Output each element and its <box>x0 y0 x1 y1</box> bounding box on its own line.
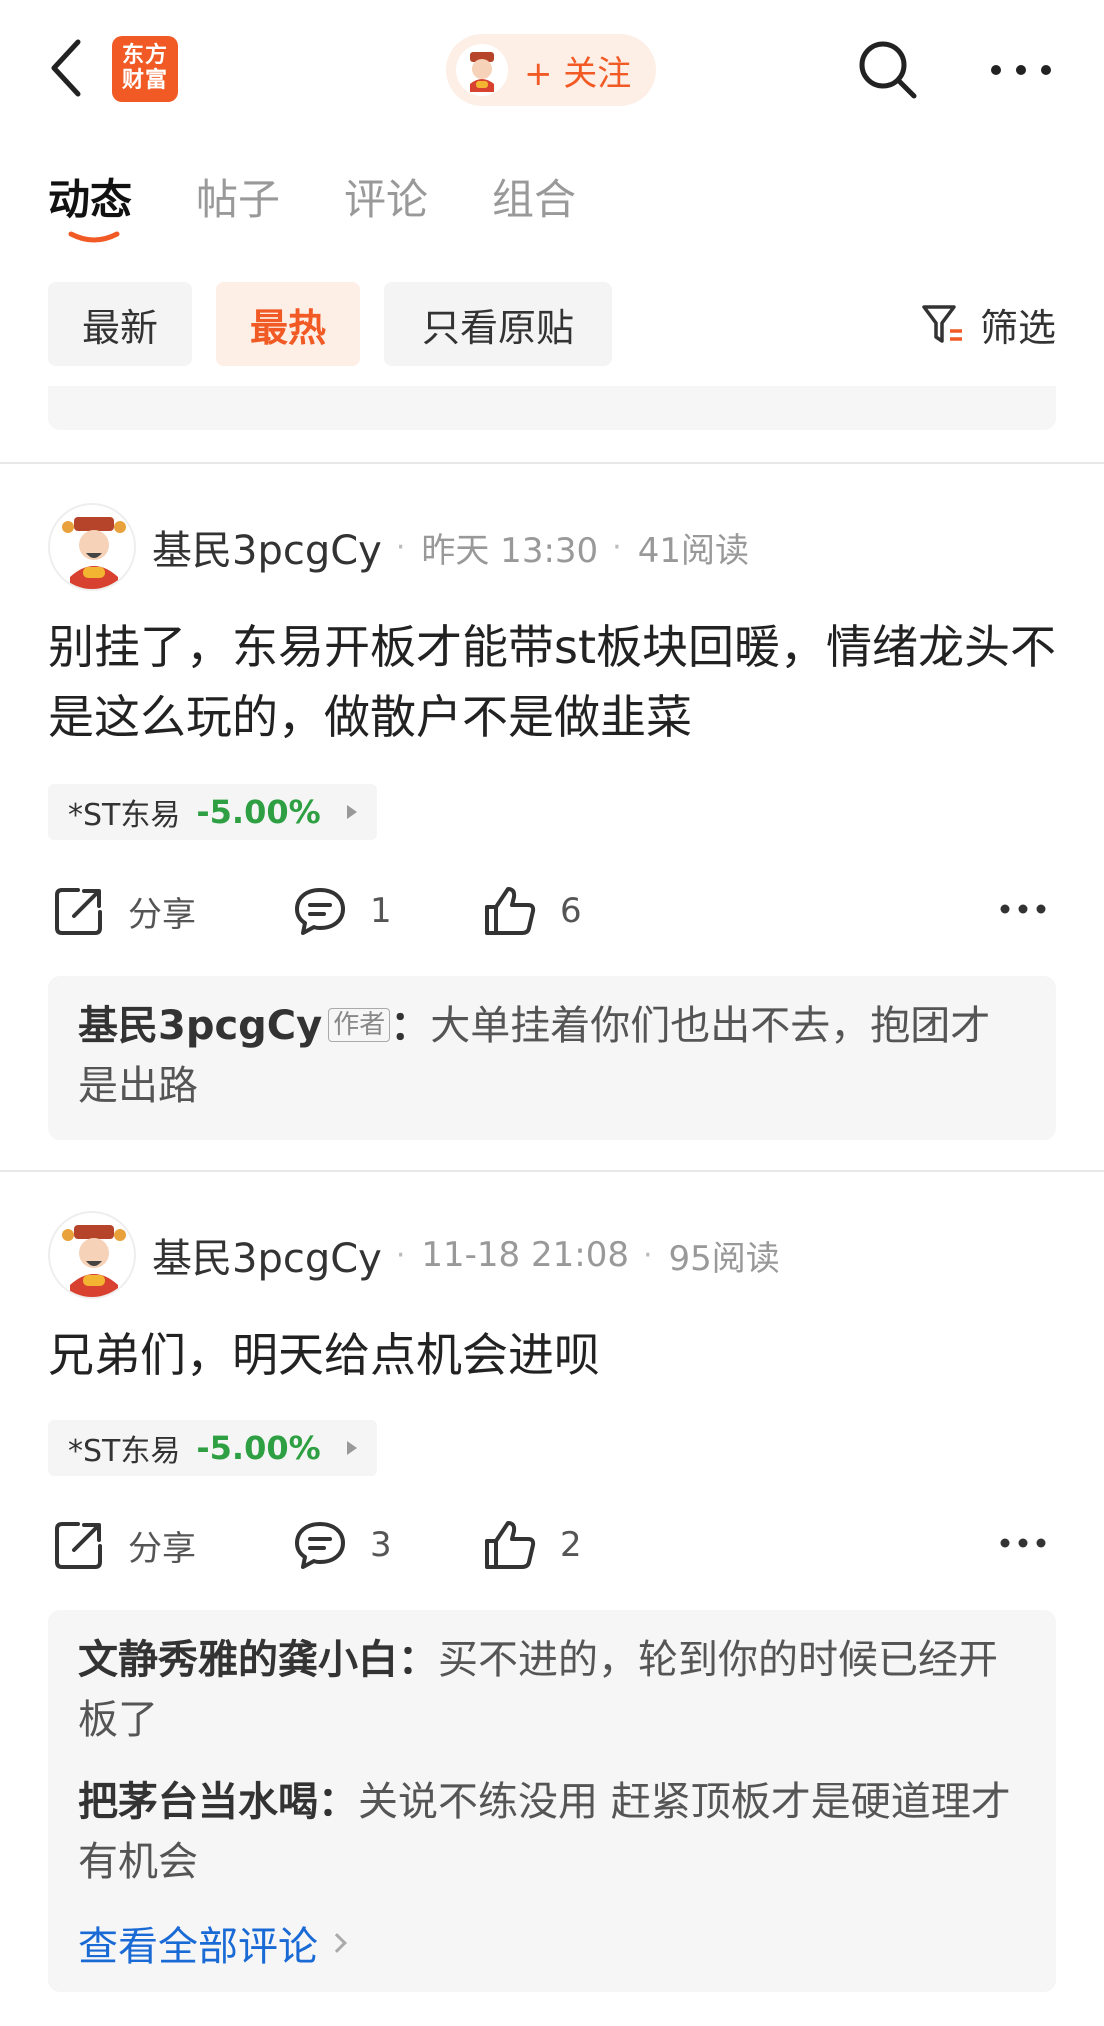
tab-posts[interactable]: 帖子 <box>196 166 280 246</box>
author-badge: 作者 <box>328 1008 391 1042</box>
search-button[interactable] <box>854 36 920 102</box>
follow-avatar-icon <box>456 44 508 96</box>
stock-name: *ST东易 <box>68 798 181 833</box>
like-button[interactable]: 2 <box>482 1510 582 1580</box>
sort-latest-chip[interactable]: 最新 <box>48 282 192 366</box>
share-button[interactable]: 分享 <box>52 1510 196 1580</box>
more-dots-icon <box>991 65 1051 75</box>
filter-funnel-icon <box>922 305 962 343</box>
view-all-comments-link[interactable]: 查看全部评论 <box>78 1914 1026 1972</box>
filter-button[interactable]: 筛选 <box>920 292 1056 356</box>
reply-item: 文静秀雅的龚小白：买不进的，轮到你的时候已经开板了 <box>78 1637 998 1743</box>
comment-bubble-icon <box>295 888 345 935</box>
share-icon <box>55 888 102 935</box>
user-avatar[interactable] <box>48 503 136 591</box>
stock-change: -5.00% <box>196 793 321 831</box>
post-divider <box>0 462 1104 464</box>
chevron-right-icon <box>327 1933 347 1953</box>
share-label: 分享 <box>128 1528 196 1569</box>
tab-dynamic[interactable]: 动态 <box>48 166 132 246</box>
meta-separator: · <box>612 529 622 565</box>
stock-change: -5.00% <box>196 1429 321 1467</box>
more-dots-icon <box>1000 1538 1046 1548</box>
comment-button[interactable]: 1 <box>292 876 392 946</box>
post-content[interactable]: 别挂了，东易开板才能带st板块回暖，情绪龙头不是这么玩的，做散户不是做韭菜 <box>48 612 1058 752</box>
reply-preview[interactable]: 基民3pcgCy 作者 ：大单挂着你们也出不去，抱团才是出路 <box>48 976 1056 1140</box>
action-bar: 分享 1 6 <box>48 876 1056 946</box>
tab-label: 动态 <box>48 175 133 224</box>
post-divider <box>0 1170 1104 1172</box>
post-time: 11-18 21:08 <box>421 1235 629 1275</box>
tab-label: 帖子 <box>196 175 281 224</box>
like-count: 6 <box>560 891 582 931</box>
post-more-button[interactable] <box>998 894 1048 924</box>
read-count: 41阅读 <box>637 530 749 571</box>
tab-active-underline <box>68 231 120 243</box>
page: 东方 财富 + 关注 动态 帖子 评论 组合 最新 最热 只看原贴 筛选 基民3… <box>0 0 1104 2026</box>
post-header: 基民3pcgCy · 昨天 13:30 · 41阅读 <box>48 502 749 592</box>
post-header: 基民3pcgCy · 11-18 21:08 · 95阅读 <box>48 1210 780 1300</box>
post-card: 基民3pcgCy · 11-18 21:08 · 95阅读 兄弟们，明天给点机会… <box>0 1210 1104 2000</box>
sort-hottest-chip[interactable]: 最热 <box>216 282 360 366</box>
tab-portfolio[interactable]: 组合 <box>492 166 576 246</box>
tab-label: 评论 <box>344 175 429 224</box>
stock-tag[interactable]: *ST东易 -5.00% <box>48 784 377 840</box>
thumbs-up-icon <box>485 887 536 935</box>
back-arrow-icon <box>51 39 81 97</box>
previous-post-replies <box>48 386 1056 430</box>
user-avatar[interactable] <box>48 1211 136 1299</box>
like-count: 2 <box>560 1525 582 1565</box>
comment-button[interactable]: 3 <box>292 1510 392 1580</box>
caishen-avatar-icon <box>62 517 126 589</box>
meta-separator: · <box>395 1237 406 1273</box>
stock-name: *ST东易 <box>68 1434 181 1469</box>
more-dots-icon <box>1000 904 1046 914</box>
reply-item: 基民3pcgCy 作者 ：大单挂着你们也出不去，抱团才是出路 <box>78 1003 991 1109</box>
reply-author: 文静秀雅的龚小白 <box>78 1637 398 1683</box>
view-all-label: 查看全部评论 <box>78 1924 318 1970</box>
more-options-button[interactable] <box>986 52 1056 88</box>
filter-label: 筛选 <box>979 305 1056 350</box>
reply-preview[interactable]: 文静秀雅的龚小白：买不进的，轮到你的时候已经开板了 把茅台当水喝：关说不练没用 … <box>48 1610 1056 1992</box>
author-name[interactable]: 基民3pcgCy <box>152 1226 382 1284</box>
logo-text-line2: 财富 <box>121 68 168 93</box>
share-label: 分享 <box>128 894 196 935</box>
original-only-chip[interactable]: 只看原贴 <box>384 282 612 366</box>
read-count: 95阅读 <box>668 1238 780 1279</box>
like-button[interactable]: 6 <box>482 876 582 946</box>
reply-author: 基民3pcgCy <box>78 1003 323 1049</box>
tab-label: 组合 <box>492 175 577 224</box>
comment-bubble-icon <box>295 1522 345 1569</box>
meta-separator: · <box>642 1237 653 1273</box>
post-time: 昨天 13:30 <box>421 530 599 571</box>
action-bar: 分享 3 2 <box>48 1510 1056 1580</box>
filter-row: 最新 最热 只看原贴 筛选 <box>48 282 1056 366</box>
logo-text-line1: 东方 <box>121 43 168 68</box>
thumbs-up-icon <box>485 1521 536 1569</box>
tab-comments[interactable]: 评论 <box>344 166 428 246</box>
tab-bar: 动态 帖子 评论 组合 <box>48 166 640 246</box>
follow-label: + 关注 <box>524 53 632 94</box>
share-button[interactable]: 分享 <box>52 876 196 946</box>
header: 东方 财富 + 关注 <box>0 0 1104 140</box>
play-arrow-icon <box>346 1441 357 1455</box>
author-name[interactable]: 基民3pcgCy <box>152 518 382 576</box>
post-card: 基民3pcgCy · 昨天 13:30 · 41阅读 别挂了，东易开板才能带st… <box>0 502 1104 1142</box>
post-content[interactable]: 兄弟们，明天给点机会进呗 <box>48 1320 1058 1390</box>
share-icon <box>55 1522 102 1569</box>
play-arrow-icon <box>346 805 357 819</box>
reply-item: 把茅台当水喝：关说不练没用 赶紧顶板才是硬道理才有机会 <box>78 1779 1011 1885</box>
caishen-avatar-icon <box>62 1225 126 1297</box>
stock-tag[interactable]: *ST东易 -5.00% <box>48 1420 377 1476</box>
back-button[interactable] <box>44 36 96 100</box>
meta-separator: · <box>395 529 406 565</box>
search-icon <box>859 41 917 99</box>
reply-author: 把茅台当水喝 <box>78 1779 318 1825</box>
post-more-button[interactable] <box>998 1528 1048 1558</box>
comment-count: 1 <box>370 891 392 931</box>
comment-count: 3 <box>370 1525 392 1565</box>
app-logo: 东方 财富 <box>112 36 178 102</box>
follow-button[interactable]: + 关注 <box>446 34 656 106</box>
